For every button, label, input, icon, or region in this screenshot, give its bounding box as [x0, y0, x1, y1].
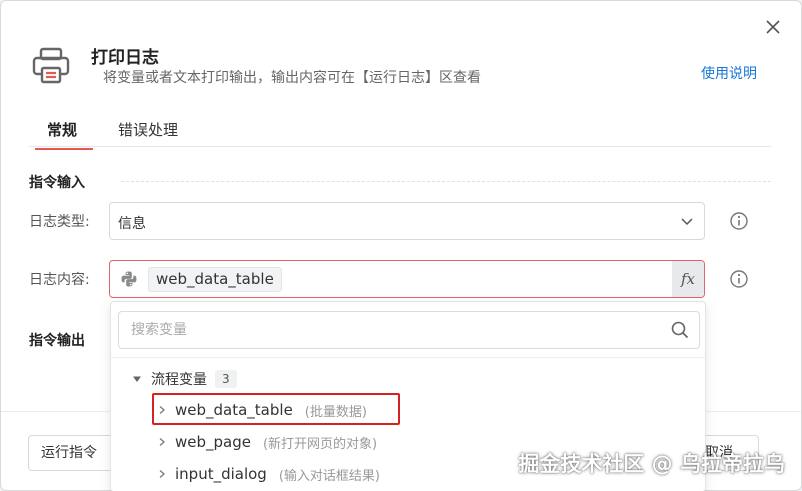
- log-type-label: 日志类型:: [29, 214, 90, 230]
- info-icon[interactable]: [729, 211, 749, 231]
- log-type-value: 信息: [118, 216, 146, 232]
- tab-error-handling[interactable]: 错误处理: [118, 119, 178, 148]
- variable-name: web_page: [175, 433, 251, 451]
- variable-group-flow[interactable]: 流程变量 3: [131, 368, 237, 390]
- dialog-subtitle: 将变量或者文本打印输出，输出内容可在【运行日志】区查看: [103, 70, 481, 86]
- close-icon[interactable]: [763, 17, 783, 37]
- fx-button[interactable]: fx: [672, 261, 704, 297]
- variable-name: input_dialog: [175, 465, 267, 483]
- chevron-down-icon: [681, 218, 693, 226]
- print-log-dialog: 打印日志 将变量或者文本打印输出，输出内容可在【运行日志】区查看 使用说明 常规…: [0, 0, 802, 491]
- dropdown-divider: [111, 357, 705, 358]
- run-command-button[interactable]: 运行指令: [28, 435, 120, 471]
- variable-item[interactable]: web_data_table (批量数据): [157, 398, 367, 422]
- variable-item[interactable]: input_dialog (输入对话框结果): [157, 462, 380, 486]
- chevron-right-icon: [159, 406, 165, 414]
- python-icon: [121, 271, 137, 287]
- watermark: 掘金技术社区 @ 乌拉帝拉乌: [518, 452, 785, 476]
- chevron-right-icon: [159, 438, 165, 446]
- dialog-title: 打印日志: [91, 48, 159, 68]
- variable-chip[interactable]: web_data_table: [148, 267, 282, 292]
- variable-search-input[interactable]: [118, 311, 700, 349]
- tab-general[interactable]: 常规: [34, 119, 94, 150]
- log-type-select[interactable]: 信息: [109, 202, 705, 240]
- variable-name: web_data_table: [175, 401, 293, 419]
- log-content-input[interactable]: web_data_table fx: [109, 260, 705, 298]
- output-section-title: 指令输出: [29, 333, 85, 349]
- log-content-label: 日志内容:: [29, 272, 90, 288]
- group-label: 流程变量: [151, 372, 207, 388]
- printer-icon: [31, 45, 71, 85]
- section-divider: [121, 181, 771, 182]
- variable-desc: (批量数据): [304, 404, 367, 420]
- help-link[interactable]: 使用说明: [701, 63, 757, 83]
- variable-item[interactable]: web_page (新打开网页的对象): [157, 430, 377, 454]
- input-section-title: 指令输入: [29, 175, 85, 191]
- chevron-right-icon: [159, 470, 165, 478]
- info-icon[interactable]: [729, 269, 749, 289]
- search-icon[interactable]: [671, 321, 689, 339]
- dialog-header: 打印日志 将变量或者文本打印输出，输出内容可在【运行日志】区查看 使用说明: [31, 41, 761, 91]
- variable-desc: (输入对话框结果): [278, 468, 380, 484]
- tab-bar: 常规 错误处理: [29, 113, 771, 150]
- group-count-badge: 3: [215, 370, 237, 388]
- caret-down-icon: [133, 376, 141, 382]
- variable-desc: (新打开网页的对象): [262, 436, 378, 452]
